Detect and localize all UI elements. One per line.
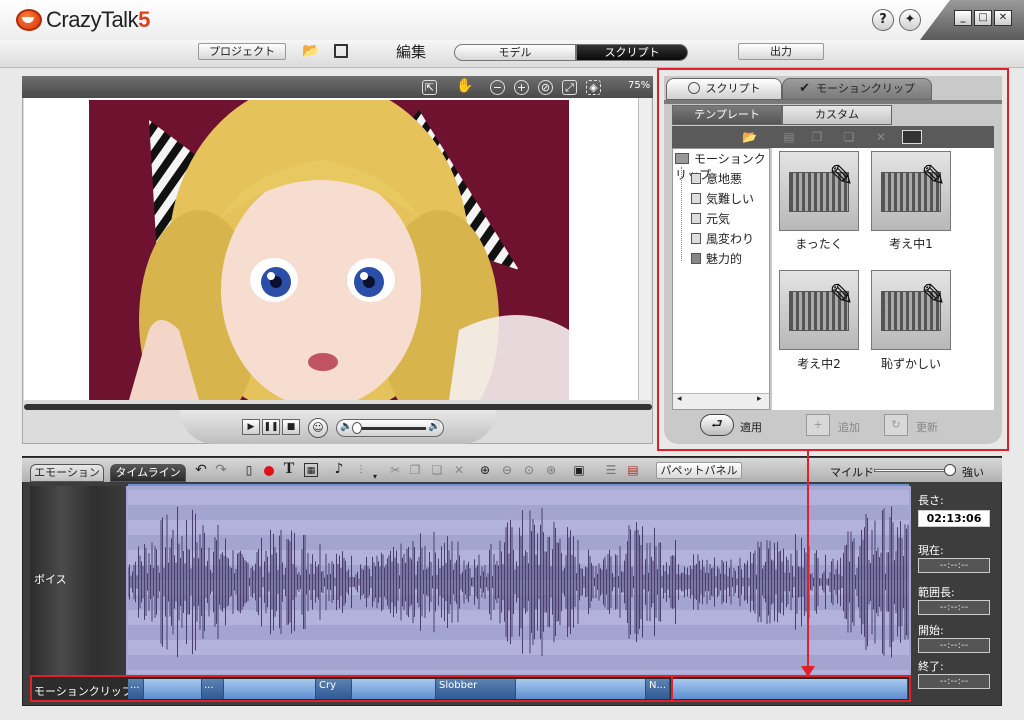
volume-high-icon: 🔊	[428, 421, 441, 432]
voice-waveform[interactable]	[127, 490, 909, 674]
intensity-track[interactable]	[874, 469, 954, 472]
minimize-button[interactable]: _	[954, 10, 972, 26]
open-folder-icon[interactable]: 📂	[302, 44, 319, 58]
actual-size-icon[interactable]: ◈	[586, 80, 601, 95]
redo-icon[interactable]: ↷	[214, 463, 228, 477]
end-value: --:--:--	[918, 674, 990, 689]
character-illustration-icon	[129, 100, 569, 400]
current-value: --:--:--	[918, 558, 990, 573]
zoom-fit-timeline-icon[interactable]: ⊙	[522, 463, 536, 477]
app-title: CrazyTalk5	[46, 7, 150, 33]
zoom-out-timeline-icon[interactable]: ⊖	[500, 463, 514, 477]
character-portrait	[89, 100, 569, 400]
range-label: 範囲長:	[918, 586, 955, 599]
tab-script[interactable]: スクリプト	[576, 44, 688, 61]
music-note-icon[interactable]: ♪	[332, 462, 346, 476]
face-icon[interactable]: ☺	[308, 418, 328, 438]
save-icon[interactable]	[334, 44, 348, 58]
record-icon[interactable]	[264, 466, 274, 476]
start-label: 開始:	[918, 624, 944, 637]
copy-icon[interactable]: ❐	[408, 463, 422, 477]
delete-icon[interactable]: ✕	[452, 463, 466, 477]
audio-split-icon[interactable]: ⫶	[354, 463, 368, 477]
app-name-text: CrazyTalk	[46, 7, 139, 32]
length-label: 長さ:	[918, 494, 944, 507]
volume-low-icon: 🔈	[340, 421, 353, 432]
zoom-all-timeline-icon[interactable]: ⊛	[544, 463, 558, 477]
current-label: 現在:	[918, 544, 944, 557]
image-tool-icon[interactable]: ▦	[304, 463, 318, 477]
timeline-ruler	[128, 484, 909, 486]
cut-icon[interactable]: ✂	[388, 463, 402, 477]
popout-icon[interactable]: ⇱	[422, 80, 437, 95]
close-button[interactable]: ✕	[994, 10, 1012, 26]
pause-button[interactable]: ❚❚	[262, 419, 280, 435]
dropdown-icon[interactable]: ▾	[368, 470, 382, 484]
highlight-frame-panel	[657, 68, 1009, 451]
tab-timeline[interactable]: タイムライン	[110, 464, 186, 482]
timeline-stats: 長さ: 02:13:06 現在: --:--:-- 範囲長: --:--:-- …	[913, 486, 996, 704]
strong-label: 強い	[962, 466, 984, 479]
zoom-out-icon[interactable]: −	[490, 80, 505, 95]
preview-toolbar	[22, 76, 653, 98]
zoom-level: 75%	[628, 80, 651, 91]
puppet-panel-button[interactable]: パペットパネル	[656, 462, 742, 479]
tab-emotion[interactable]: エモーション	[30, 464, 104, 482]
help-button[interactable]: ?	[872, 9, 894, 31]
play-button[interactable]: ▶	[242, 419, 260, 435]
tools-icon[interactable]: ✦	[899, 9, 921, 31]
list-icon[interactable]: ☰	[604, 463, 618, 477]
start-value: --:--:--	[918, 638, 990, 653]
edit-label: 編集	[396, 43, 427, 61]
zoom-in-icon[interactable]: +	[514, 80, 529, 95]
stop-button[interactable]: ■	[282, 419, 300, 435]
intensity-handle[interactable]	[944, 464, 956, 476]
text-tool-icon[interactable]: T	[282, 461, 296, 477]
save-timeline-icon[interactable]: ▣	[572, 463, 586, 477]
maximize-button[interactable]: □	[974, 10, 992, 26]
clip-list-icon[interactable]: ▤	[626, 463, 640, 477]
title-bar	[0, 0, 1024, 40]
volume-handle[interactable]	[352, 422, 362, 434]
waveform-icon	[127, 506, 909, 658]
length-value: 02:13:06	[918, 510, 990, 527]
zoom-in-timeline-icon[interactable]: ⊕	[478, 463, 492, 477]
paste-icon[interactable]: ❏	[430, 463, 444, 477]
preview-scrollbar[interactable]	[638, 98, 651, 400]
output-button[interactable]: 出力	[738, 43, 824, 60]
mild-label: マイルド	[830, 466, 874, 479]
hand-tool-icon[interactable]: ✋	[456, 79, 473, 95]
crazytalk-logo-icon	[16, 9, 42, 31]
new-document-icon[interactable]: ▯	[242, 463, 256, 477]
highlight-divider	[671, 677, 673, 700]
undo-icon[interactable]: ↶	[194, 463, 208, 477]
highlight-frame-cliptrack	[30, 675, 911, 702]
reset-zoom-icon[interactable]: ⊘	[538, 80, 553, 95]
app-version-text: 5	[138, 7, 150, 32]
tab-model[interactable]: モデル	[454, 44, 576, 61]
range-value: --:--:--	[918, 600, 990, 615]
waveform-path	[127, 506, 909, 658]
project-button[interactable]: プロジェクト	[198, 43, 286, 60]
track-voice-label: ボイス	[34, 573, 67, 586]
volume-track[interactable]	[354, 427, 426, 430]
end-label: 終了:	[918, 660, 944, 673]
fit-view-icon[interactable]: ⤢	[562, 80, 577, 95]
connector-arrow-icon	[801, 450, 815, 677]
